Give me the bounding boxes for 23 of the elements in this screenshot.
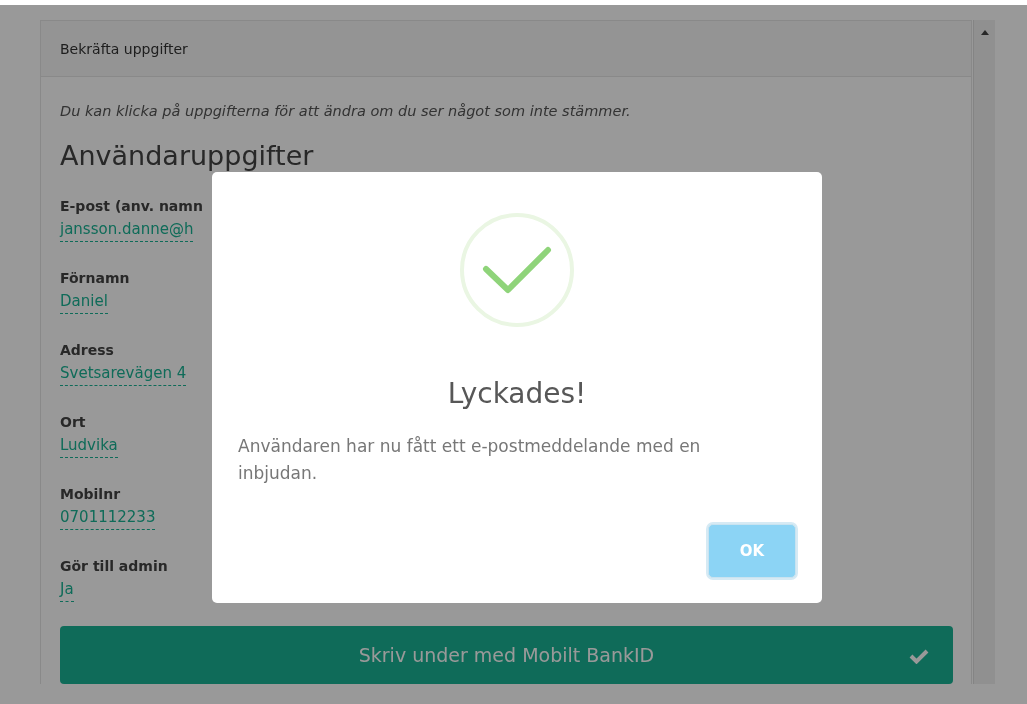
check-icon bbox=[909, 648, 929, 664]
editable-value[interactable]: Ludvika bbox=[60, 434, 118, 458]
editable-value[interactable]: 0701112233 bbox=[60, 506, 156, 530]
sign-button[interactable]: Skriv under med Mobilt BankID bbox=[60, 626, 953, 684]
hint-text: Du kan klicka på uppgifterna för att ändra om du ser något som inte stämmer. bbox=[60, 102, 632, 121]
field-label: Adress bbox=[60, 341, 114, 360]
dialog-message: Användaren har nu fått ett e-postmeddelande med en inbjudan. bbox=[238, 435, 702, 485]
dialog-title: Lyckades! bbox=[447, 377, 587, 411]
panel-title: Bekräfta uppgifter bbox=[60, 40, 188, 57]
editable-value[interactable]: Ja bbox=[60, 578, 74, 602]
editable-value[interactable]: jansson.danne@h bbox=[60, 218, 194, 242]
scrollbar[interactable] bbox=[973, 20, 995, 684]
field-label: E-post (anv. namn bbox=[60, 197, 203, 216]
editable-value[interactable]: Daniel bbox=[60, 290, 108, 314]
section-heading: Användaruppgifter bbox=[60, 139, 315, 173]
field-label: Gör till admin bbox=[60, 557, 168, 576]
scroll-up-icon[interactable] bbox=[980, 30, 989, 35]
editable-value[interactable]: Svetsarevägen 4 bbox=[60, 362, 187, 386]
field-label: Mobilnr bbox=[60, 485, 121, 504]
ok-button[interactable]: OK bbox=[708, 524, 796, 578]
field-label: Ort bbox=[60, 413, 86, 432]
success-check-icon bbox=[459, 212, 575, 328]
field-label: Förnamn bbox=[60, 269, 130, 288]
